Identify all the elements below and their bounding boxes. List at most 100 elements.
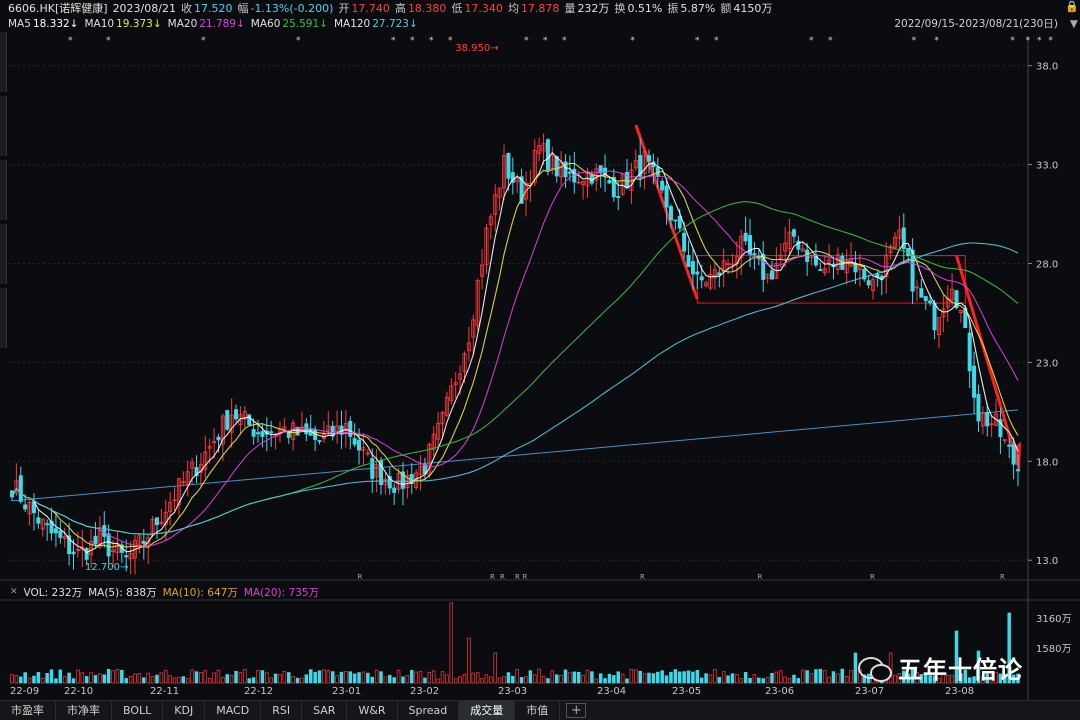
volume-bar: [199, 672, 203, 684]
event-star: *: [201, 36, 206, 46]
volume-bar: [102, 674, 107, 684]
candle-body: [976, 394, 981, 422]
volume-bar: [576, 671, 581, 684]
volume-bar: [686, 670, 691, 684]
volume-bar: [844, 676, 849, 684]
volume-bar: [10, 674, 14, 684]
volume-bar: [361, 671, 366, 684]
volume-bar: [489, 676, 493, 684]
volume-bar: [853, 652, 858, 684]
candle-body: [682, 232, 687, 252]
volume-bar: [308, 669, 313, 684]
tab-6[interactable]: SAR: [302, 701, 348, 720]
ma20-line: [11, 170, 1019, 547]
candle-body: [251, 429, 256, 437]
volume-bar: [651, 673, 656, 684]
date-tick-label: 23-03: [498, 686, 527, 697]
tab-0[interactable]: 市盈率: [0, 701, 56, 720]
candle-body: [348, 420, 353, 437]
candle-body: [660, 180, 665, 191]
date-tick-label: 22-11: [150, 686, 179, 697]
volume-bar: [660, 670, 664, 684]
tab-7[interactable]: W&R: [347, 701, 398, 720]
price-tick-label: 33.0: [1036, 161, 1058, 172]
candle-body: [71, 551, 76, 555]
volume-bar: [247, 678, 251, 684]
candle-body: [1016, 469, 1021, 472]
tab-10[interactable]: 市值: [515, 701, 561, 720]
volume-bar: [541, 675, 546, 684]
volume-bar: [111, 670, 115, 684]
candle-body: [317, 440, 322, 442]
volume-bar: [106, 669, 111, 684]
tab-3[interactable]: KDJ: [163, 701, 206, 720]
volume-bar: [58, 669, 63, 684]
watermark: 五年十倍论: [858, 650, 1023, 685]
candle-body: [234, 409, 239, 420]
volume-bar: [401, 676, 405, 684]
volume-bar: [295, 677, 300, 684]
candle-body: [985, 411, 990, 427]
event-r: R: [500, 573, 505, 581]
volume-bar: [638, 670, 642, 684]
volume-bar: [251, 677, 256, 684]
volume-bar: [313, 672, 317, 684]
candle-body: [769, 270, 774, 280]
volume-bar: [550, 670, 555, 684]
volume-bar: [497, 677, 502, 684]
volume-bar: [62, 676, 67, 684]
candle-body: [607, 179, 612, 184]
candle-body: [1011, 444, 1016, 465]
volume-bar: [344, 671, 348, 684]
volume-bar: [326, 670, 331, 684]
volume-bar: [585, 669, 590, 684]
candle-body: [743, 232, 748, 242]
volume-bar: [748, 677, 752, 684]
date-tick-label: 23-08: [945, 686, 974, 697]
candle-body: [686, 255, 691, 267]
event-r: R: [1000, 573, 1005, 581]
add-tab-icon[interactable]: +: [566, 703, 587, 718]
price-tick-label: 18.0: [1036, 457, 1058, 468]
volume-bar: [23, 672, 27, 684]
volume-bar: [54, 678, 58, 684]
volume-bar: [634, 669, 638, 684]
volume-bar: [352, 673, 357, 684]
candle-body: [919, 288, 924, 298]
tab-4[interactable]: MACD: [205, 701, 262, 720]
volume-bar: [743, 672, 748, 684]
candle-body: [352, 438, 357, 445]
chart-grid: [0, 36, 1080, 700]
event-star: *: [68, 36, 73, 46]
candle-body: [866, 280, 871, 286]
close-icon[interactable]: ✕: [10, 587, 18, 597]
volume-bar: [704, 673, 708, 684]
volume-bar: [480, 678, 484, 684]
candle-body: [247, 414, 252, 426]
date-tick-label: 23-05: [672, 686, 701, 697]
volume-bar: [607, 673, 612, 684]
volume-bar: [493, 652, 497, 684]
volume-bar: [572, 671, 577, 684]
volume-bar: [739, 678, 743, 684]
event-star: *: [630, 36, 635, 46]
event-r: R: [758, 573, 763, 581]
price-tick-label: 23.0: [1036, 358, 1058, 369]
volume-bar: [827, 676, 831, 684]
candle-body: [154, 517, 159, 526]
event-star: *: [912, 36, 917, 46]
tab-1[interactable]: 市净率: [56, 701, 112, 720]
high-label: 38.950→: [455, 43, 498, 54]
candle-body: [357, 439, 362, 451]
volume-bar: [203, 670, 208, 684]
volume-bar: [664, 675, 669, 684]
tab-9[interactable]: 成交量: [459, 701, 516, 720]
wechat-icon: [858, 655, 892, 682]
date-tick-label: 22-12: [244, 686, 273, 697]
volume-bar: [423, 677, 427, 684]
tab-8[interactable]: Spread: [398, 701, 460, 720]
tab-2[interactable]: BOLL: [112, 701, 164, 720]
tab-5[interactable]: RSI: [261, 701, 303, 720]
vol-tick-label: 1580万: [1036, 644, 1071, 655]
watermark-text: 五年十倍论: [898, 656, 1023, 684]
